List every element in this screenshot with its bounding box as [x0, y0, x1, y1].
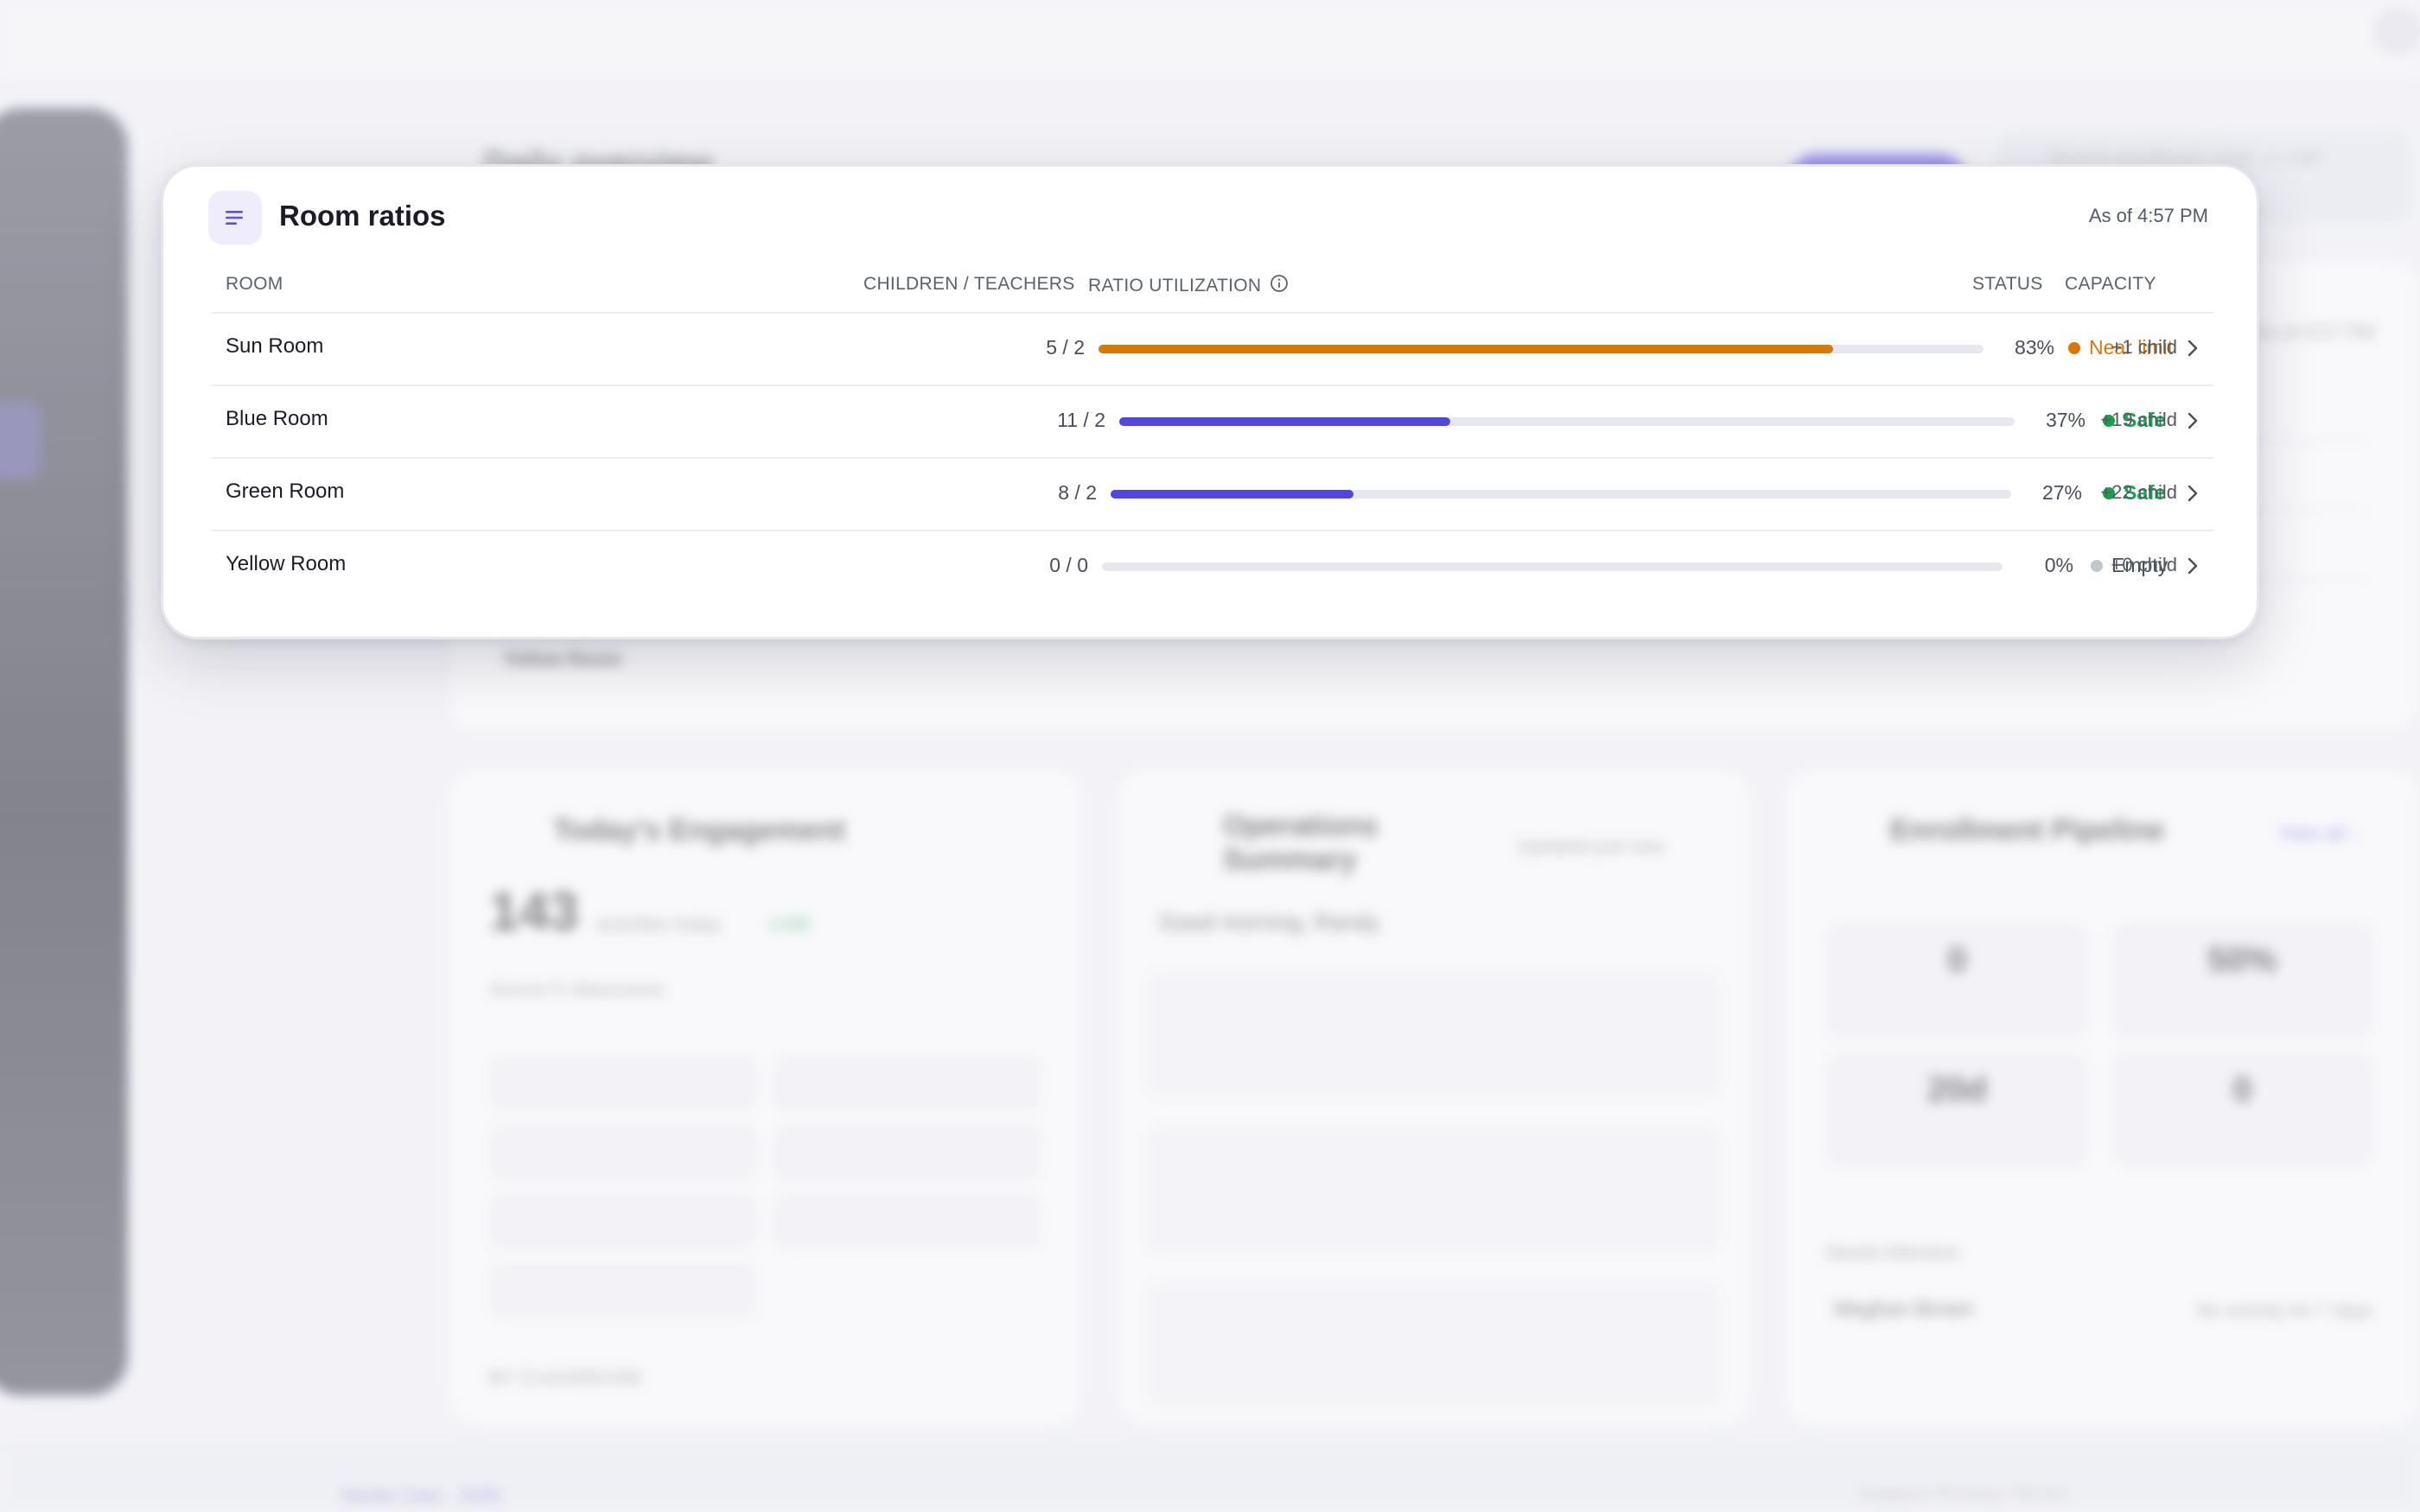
utilization-percent: 27% [2041, 481, 2082, 504]
chevron-right-icon[interactable] [2182, 481, 2203, 505]
column-header-label: RATIO UTILIZATION [1088, 276, 1262, 295]
room-name: Blue Room [226, 407, 328, 430]
room-ratios-card: Room ratios As of 4:57 PM ROOM CHILDREN … [161, 164, 2259, 639]
chevron-right-icon[interactable] [2182, 554, 2203, 578]
chevron-right-icon[interactable] [2182, 336, 2203, 360]
capacity-value: +0 child [2111, 554, 2177, 575]
utilization-bar [1119, 417, 2015, 426]
utilization-bar [1111, 490, 2011, 499]
column-header-capacity: CAPACITY [2065, 274, 2156, 294]
column-header-ratio-utilization: RATIO UTILIZATION [1088, 274, 1289, 298]
children-teachers-ratio: 8 / 2 [1058, 481, 1097, 504]
utilization-fill [1119, 417, 1451, 426]
room-name: Yellow Room [226, 552, 347, 575]
list-icon [208, 191, 262, 245]
chevron-right-icon[interactable] [2182, 409, 2203, 433]
column-header-room: ROOM [226, 274, 283, 294]
card-title: Room ratios [279, 200, 446, 232]
utilization-percent: 37% [2045, 409, 2086, 431]
children-teachers-ratio: 0 / 0 [1049, 554, 1088, 576]
utilization-bar [1099, 345, 1984, 353]
table-row-yellow-room[interactable]: Yellow Room 0 / 0 0% Empty +0 child [212, 530, 2213, 602]
children-teachers-ratio: 11 / 2 [1057, 409, 1105, 431]
info-icon[interactable] [1270, 274, 1289, 298]
card-header: Room ratios As of 4:57 PM [208, 191, 2208, 245]
children-teachers-ratio: 5 / 2 [1046, 336, 1085, 359]
utilization-fill [1111, 490, 1354, 499]
room-name: Sun Room [226, 334, 324, 358]
utilization-bar [1102, 562, 2003, 571]
room-name: Green Room [226, 480, 345, 503]
column-header-children-teachers: CHILDREN / TEACHERS [863, 274, 1075, 294]
utilization-fill [1099, 345, 1833, 353]
column-header-status: STATUS [1972, 274, 2043, 294]
table-row-blue-room[interactable]: Blue Room 11 / 2 37% Safe +19 child [212, 384, 2213, 457]
table-row-green-room[interactable]: Green Room 8 / 2 27% Safe +22 child [212, 457, 2213, 530]
capacity-value: +1 child [2111, 336, 2177, 358]
capacity-value: +19 child [2100, 409, 2177, 430]
capacity-value: +22 child [2100, 481, 2177, 503]
utilization-percent: 83% [2014, 336, 2054, 359]
utilization-percent: 0% [2044, 554, 2073, 576]
as-of-timestamp: As of 4:57 PM [2088, 205, 2208, 226]
table-row-sun-room[interactable]: Sun Room 5 / 2 83% Near limit +1 child [212, 312, 2213, 384]
